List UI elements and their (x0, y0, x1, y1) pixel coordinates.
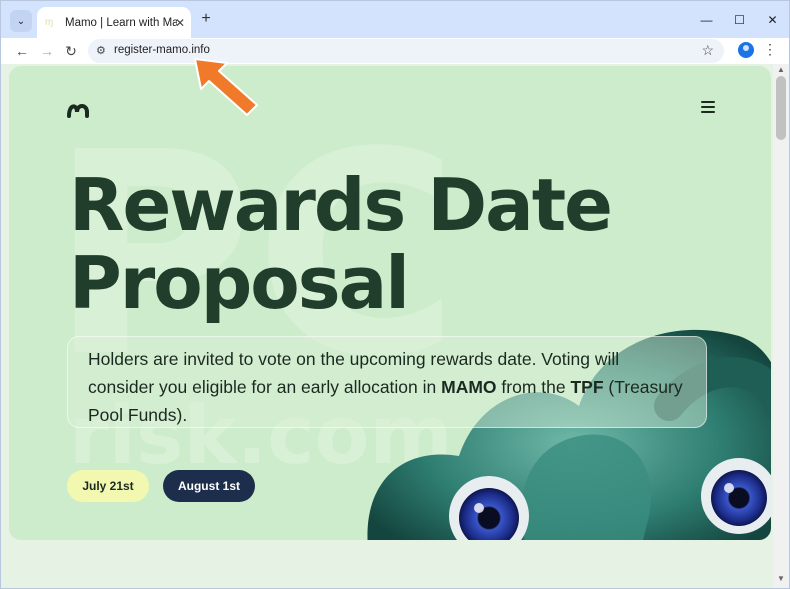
description-card: Holders are invited to vote on the upcom… (67, 336, 707, 428)
tab-strip: ⌄ ɱ Mamo | Learn with Mamo, Earn ✕ + — ☐… (1, 1, 789, 39)
close-window-button[interactable]: ✕ (756, 1, 789, 39)
kebab-menu-icon[interactable]: ⋮ (763, 41, 777, 58)
tab-search-button[interactable]: ⌄ (10, 10, 32, 32)
title-line-1: Rewards Date (69, 163, 613, 247)
scroll-down-icon[interactable]: ▼ (777, 574, 785, 583)
address-bar[interactable]: ⚙ register-mamo.info ☆ (88, 39, 724, 63)
august-1st-button[interactable]: August 1st (163, 470, 255, 502)
scroll-up-icon[interactable]: ▲ (777, 65, 785, 74)
minimize-button[interactable]: — (690, 1, 723, 39)
page-title: Rewards Date Proposal (69, 166, 669, 322)
back-arrow-icon[interactable]: ← (11, 40, 33, 62)
july-21st-button[interactable]: July 21st (67, 470, 149, 502)
description-text: Holders are invited to vote on the upcom… (88, 349, 683, 425)
mamo-logo[interactable] (67, 100, 93, 118)
mamo-highlight: MAMO (441, 377, 497, 397)
browser-tab[interactable]: ɱ Mamo | Learn with Mamo, Earn ✕ (37, 7, 191, 39)
browser-window: ⌄ ɱ Mamo | Learn with Mamo, Earn ✕ + — ☐… (0, 0, 790, 589)
page-viewport: PC risk.com Rewards Date Proposal Holder… (1, 64, 789, 588)
maximize-button[interactable]: ☐ (723, 1, 756, 39)
tpf-highlight: TPF (570, 377, 604, 397)
vertical-scrollbar[interactable]: ▲ ▼ (773, 64, 789, 588)
reload-icon[interactable]: ↻ (60, 40, 82, 62)
web-page: PC risk.com Rewards Date Proposal Holder… (1, 64, 773, 588)
new-tab-button[interactable]: + (197, 10, 215, 28)
window-controls: — ☐ ✕ (690, 1, 789, 39)
hamburger-menu-icon[interactable] (701, 101, 715, 113)
browser-toolbar: ← → ↻ ⚙ register-mamo.info ☆ ⋮ (1, 38, 789, 64)
site-info-icon[interactable]: ⚙ (96, 44, 106, 57)
profile-avatar-icon[interactable] (738, 42, 754, 58)
forward-arrow-icon[interactable]: → (36, 40, 58, 62)
scroll-thumb[interactable] (776, 76, 786, 140)
tab-close-icon[interactable]: ✕ (175, 16, 185, 30)
favicon-icon: ɱ (45, 17, 54, 28)
bookmark-star-icon[interactable]: ☆ (701, 42, 714, 59)
annotation-arrow-icon (194, 58, 258, 116)
hero-section: PC risk.com Rewards Date Proposal Holder… (9, 66, 771, 540)
title-line-2: Proposal (69, 241, 410, 325)
tab-title: Mamo | Learn with Mamo, Earn (65, 17, 177, 29)
